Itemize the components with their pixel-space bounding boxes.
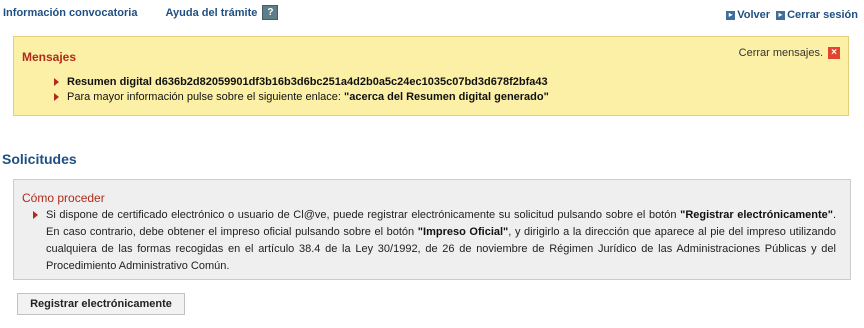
close-icon[interactable]: × — [828, 47, 840, 59]
section-title: Solicitudes — [2, 151, 77, 167]
digital-summary-text: Resumen digital d636b2d82059901df3b16b3d… — [67, 75, 548, 88]
bullet-arrow-icon — [54, 92, 59, 101]
how-to-text: Si dispone de certificado electrónico o … — [33, 207, 836, 275]
top-nav-right: ▸ Volver ▸ Cerrar sesión — [720, 9, 858, 21]
how-to-panel: Cómo proceder Si dispone de certificado … — [13, 179, 851, 280]
help-link[interactable]: Ayuda del trámite — [165, 7, 257, 19]
logout-arrow-icon: ▸ — [776, 10, 786, 20]
top-nav-left: Información convocatoria Ayuda del trámi… — [3, 5, 279, 20]
message-item: Resumen digital d636b2d82059901df3b16b3d… — [54, 74, 549, 89]
logout-link[interactable]: Cerrar sesión — [787, 9, 858, 21]
close-messages-label[interactable]: Cerrar mensajes. — [739, 47, 823, 59]
bullet-arrow-icon — [33, 211, 38, 219]
register-electronically-button[interactable]: Registrar electrónicamente — [17, 293, 185, 315]
bullet-arrow-icon — [54, 77, 59, 86]
help-icon[interactable]: ? — [262, 5, 279, 20]
more-info-text: Para mayor información pulse sobre el si… — [67, 90, 341, 103]
close-messages[interactable]: Cerrar mensajes. × — [739, 47, 840, 59]
back-link[interactable]: Volver — [737, 9, 770, 21]
top-navigation: Información convocatoria Ayuda del trámi… — [3, 5, 858, 23]
back-item[interactable]: ▸ Volver — [726, 9, 770, 21]
message-item: Para mayor información pulse sobre el si… — [54, 89, 549, 104]
logout-item[interactable]: ▸ Cerrar sesión — [776, 9, 858, 21]
info-convocatoria-link[interactable]: Información convocatoria — [3, 7, 137, 19]
how-to-title: Cómo proceder — [22, 191, 105, 205]
messages-panel: Mensajes Cerrar mensajes. × Resumen digi… — [13, 36, 849, 116]
digital-summary-info-link[interactable]: "acerca del Resumen digital generado" — [344, 91, 549, 103]
back-arrow-icon: ▸ — [726, 10, 736, 20]
messages-list: Resumen digital d636b2d82059901df3b16b3d… — [54, 74, 549, 104]
messages-title: Mensajes — [22, 50, 77, 64]
